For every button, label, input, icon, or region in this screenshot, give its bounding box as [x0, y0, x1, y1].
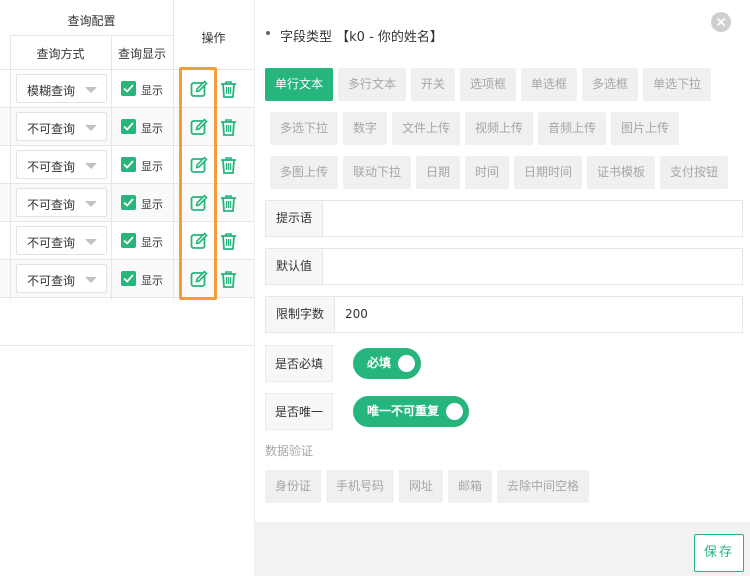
display-checkbox[interactable] [121, 195, 136, 210]
field-type-image-upload[interactable]: 图片上传 [611, 112, 679, 145]
field-type-number[interactable]: 数字 [343, 112, 387, 145]
save-button[interactable]: 保存 [694, 534, 744, 572]
trash-icon[interactable] [220, 80, 237, 98]
validation-email[interactable]: 邮箱 [448, 470, 492, 503]
required-label: 是否必填 [265, 345, 333, 382]
query-mode-select[interactable]: 模糊查询 [16, 74, 107, 103]
chevron-down-icon [85, 277, 97, 283]
field-type-multi-dropdown[interactable]: 多选下拉 [270, 112, 338, 145]
field-type-switch[interactable]: 开关 [411, 68, 455, 101]
limit-row: 限制字数 200 [265, 296, 743, 333]
validation-label: 数据验证 [265, 444, 314, 458]
query-mode-select[interactable]: 不可查询 [16, 150, 107, 179]
query-mode-select[interactable]: 不可查询 [16, 226, 107, 255]
actions-highlight-box [179, 67, 217, 300]
display-label: 显示 [141, 160, 163, 173]
field-settings-panel: 字段类型 【k0 - 你的姓名】 单行文本 多行文本 开关 选项框 单选框 多选… [254, 0, 750, 576]
chevron-down-icon [85, 87, 97, 93]
display-label: 显示 [141, 198, 163, 211]
field-type-audio-upload[interactable]: 音频上传 [538, 112, 606, 145]
chevron-down-icon [85, 163, 97, 169]
trash-icon[interactable] [220, 232, 237, 250]
divider [10, 35, 11, 300]
field-type-checkbox[interactable]: 多选框 [582, 68, 638, 101]
hint-row: 提示语 [265, 200, 743, 237]
default-row: 默认值 [265, 248, 743, 285]
query-config-header: 查询配置 [67, 14, 116, 28]
unique-switch-label: 唯一不可重复 [367, 404, 440, 418]
trash-icon[interactable] [220, 118, 237, 136]
field-type-certificate-template[interactable]: 证书模板 [587, 156, 655, 189]
field-type-pay-button[interactable]: 支付按钮 [660, 156, 728, 189]
display-label: 显示 [141, 84, 163, 97]
limit-input[interactable]: 200 [335, 297, 742, 332]
divider [173, 0, 174, 300]
field-type-single-line-text[interactable]: 单行文本 [265, 68, 333, 101]
required-switch-label: 必填 [367, 356, 392, 370]
panel-footer [255, 522, 750, 576]
field-type-multi-line-text[interactable]: 多行文本 [338, 68, 406, 101]
field-type-file-upload[interactable]: 文件上传 [392, 112, 460, 145]
unique-switch[interactable]: 唯一不可重复 [353, 396, 469, 427]
field-type-time[interactable]: 时间 [465, 156, 509, 189]
field-type-datetime[interactable]: 日期时间 [514, 156, 582, 189]
switch-knob [398, 355, 415, 372]
chevron-down-icon [85, 125, 97, 131]
field-type-radio[interactable]: 单选框 [521, 68, 577, 101]
field-type-option-box[interactable]: 选项框 [460, 68, 516, 101]
validation-phone[interactable]: 手机号码 [326, 470, 394, 503]
query-mode-select[interactable]: 不可查询 [16, 112, 107, 141]
divider [0, 345, 254, 346]
query-mode-header: 查询方式 [36, 47, 85, 61]
validation-url[interactable]: 网址 [399, 470, 443, 503]
display-label: 显示 [141, 236, 163, 249]
default-input[interactable] [323, 249, 742, 284]
display-checkbox[interactable] [121, 271, 136, 286]
query-mode-select[interactable]: 不可查询 [16, 264, 107, 293]
required-switch[interactable]: 必填 [353, 348, 421, 379]
divider [10, 35, 173, 36]
query-display-header: 查询显示 [117, 47, 166, 61]
trash-icon[interactable] [220, 194, 237, 212]
field-type-date[interactable]: 日期 [416, 156, 460, 189]
default-label: 默认值 [266, 249, 323, 284]
close-icon[interactable] [711, 12, 731, 32]
trash-icon[interactable] [220, 270, 237, 288]
chevron-down-icon [85, 201, 97, 207]
hint-input[interactable] [323, 201, 742, 236]
validation-id-card[interactable]: 身份证 [265, 470, 321, 503]
chevron-down-icon [85, 239, 97, 245]
display-checkbox[interactable] [121, 157, 136, 172]
display-checkbox[interactable] [121, 233, 136, 248]
field-type-cascade-dropdown[interactable]: 联动下拉 [343, 156, 411, 189]
display-label: 显示 [141, 274, 163, 287]
hint-label: 提示语 [266, 201, 323, 236]
field-type-single-dropdown[interactable]: 单选下拉 [643, 68, 711, 101]
query-mode-select[interactable]: 不可查询 [16, 188, 107, 217]
display-label: 显示 [141, 122, 163, 135]
switch-knob [446, 403, 463, 420]
field-config-table: 查询配置 查询方式 查询显示 操作 模糊查询 显示 不可查询 显示 不可查询 显… [0, 0, 254, 576]
unique-label: 是否唯一 [265, 393, 333, 430]
trash-icon[interactable] [220, 156, 237, 174]
field-type-title: 字段类型 【k0 - 你的姓名】 [280, 30, 443, 45]
validation-trim-spaces[interactable]: 去除中间空格 [497, 470, 589, 503]
field-type-video-upload[interactable]: 视频上传 [465, 112, 533, 145]
display-checkbox[interactable] [121, 119, 136, 134]
field-type-multi-image-upload[interactable]: 多图上传 [270, 156, 338, 189]
divider [111, 35, 112, 300]
limit-label: 限制字数 [266, 297, 335, 332]
display-checkbox[interactable] [121, 81, 136, 96]
bullet-dot [266, 31, 270, 35]
actions-header: 操作 [201, 31, 226, 45]
